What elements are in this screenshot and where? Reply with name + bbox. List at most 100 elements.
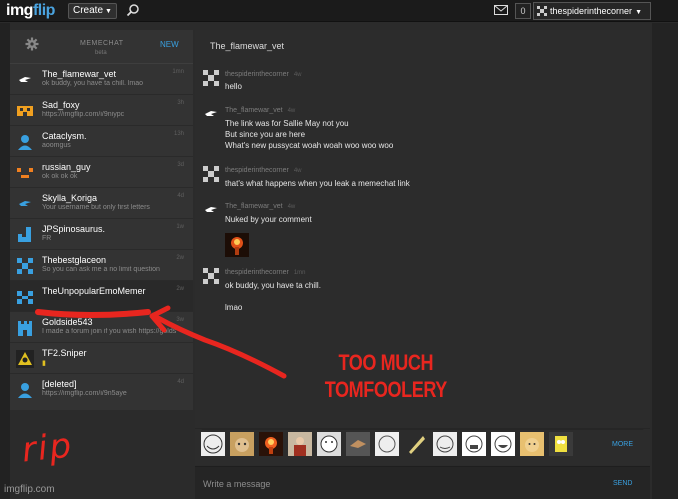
conversation-item[interactable]: Skylla_Koriga Your username but only fir… xyxy=(10,188,193,219)
blue-pixel-avatar-icon xyxy=(17,291,33,304)
meme-face-sticker-icon[interactable] xyxy=(317,432,341,456)
conversation-preview: ok ok ok ok xyxy=(42,173,78,180)
rage-face-sticker-icon[interactable] xyxy=(375,432,399,456)
message-input[interactable] xyxy=(203,477,583,491)
conversation-time: 2w xyxy=(176,255,184,261)
conversation-preview: Your username but only first letters xyxy=(42,204,150,211)
message-text: ok buddy, you have ta chill. xyxy=(225,281,321,290)
conversation-time: 1mn xyxy=(172,69,184,75)
message-time: 4w xyxy=(293,72,302,78)
chevron-down-icon: ▼ xyxy=(635,9,642,16)
conversation-item[interactable]: TheUnpopularEmoMemer 2w xyxy=(10,281,193,312)
conversation-name: JPSpinosaurus. xyxy=(42,224,106,234)
user-avatar-icon xyxy=(537,6,547,16)
conversation-name: Cataclysm. xyxy=(42,131,87,141)
memechat-sidebar: MEMECHAT beta NEW The_flamewar_vet ok bu… xyxy=(10,30,193,410)
conversation-item[interactable]: The_flamewar_vet ok buddy, you have ta c… xyxy=(10,64,193,95)
spongebob-sticker-icon[interactable] xyxy=(549,432,573,456)
lol-face-sticker-icon[interactable] xyxy=(491,432,515,456)
message-sender[interactable]: The_flamewar_vet 4w xyxy=(225,107,295,114)
send-button[interactable]: SEND xyxy=(613,480,632,487)
more-stickers-button[interactable]: MORE xyxy=(612,441,633,448)
diploma-sticker-icon[interactable] xyxy=(404,432,428,456)
laughing-face-sticker-icon[interactable] xyxy=(462,432,486,456)
troll-face-sticker-icon[interactable] xyxy=(201,432,225,456)
nuke-explosion-image[interactable] xyxy=(225,233,249,257)
conversation-time: 4d xyxy=(177,193,184,199)
caption-line-2: TOMFOOLERY xyxy=(324,377,448,402)
sticker-row: MORE xyxy=(195,428,650,462)
conversation-preview: ok buddy, you have ta chill. lmao xyxy=(42,80,144,87)
message-input-row: SEND xyxy=(195,466,650,499)
imgflip-logo[interactable]: imgflip xyxy=(6,2,55,20)
flamewar-avatar-icon xyxy=(205,207,217,212)
notification-count[interactable]: 0 xyxy=(515,3,531,19)
sender-name: The_flamewar_vet xyxy=(225,203,283,210)
create-label: Create xyxy=(73,5,104,16)
flamewar-avatar-icon xyxy=(19,77,31,82)
conversation-preview: FR xyxy=(42,235,52,242)
conversation-item[interactable]: Goldside543 I made a forum join if you w… xyxy=(10,312,193,343)
left-gutter xyxy=(0,23,10,499)
gear-icon[interactable] xyxy=(25,37,39,51)
person-silhouette-icon xyxy=(18,383,32,398)
conversation-item[interactable]: Thebestglaceon So you can ask me a no li… xyxy=(10,250,193,281)
message-text: Nuked by your comment xyxy=(225,215,312,224)
conversation-item[interactable]: JPSpinosaurus. FR 1w xyxy=(10,219,193,250)
right-gutter xyxy=(652,23,678,499)
orange-pattern-avatar-icon xyxy=(17,106,33,116)
message-time: 4w xyxy=(287,204,296,210)
conversation-name: Goldside543 xyxy=(42,317,93,327)
mail-icon[interactable] xyxy=(494,5,508,15)
new-chat-button[interactable]: NEW xyxy=(160,40,179,49)
conversation-item[interactable]: russian_guy ok ok ok ok 3d xyxy=(10,157,193,188)
message-time: 4w xyxy=(293,168,302,174)
user-menu-button[interactable]: thespiderinthecorner ▼ xyxy=(533,2,651,20)
spider-avatar-icon xyxy=(203,268,219,284)
conversation-time: 1w xyxy=(176,224,184,230)
conversation-time: 13h xyxy=(173,131,184,137)
conversation-time: 2w xyxy=(176,286,184,292)
conversation-preview: I made a forum join if you wish https://… xyxy=(42,328,177,335)
orange-dots-avatar-icon xyxy=(17,168,33,178)
message-text: hello xyxy=(225,82,242,91)
message-text: The link was for Sallie May not you xyxy=(225,119,349,128)
explosion-sticker-icon[interactable] xyxy=(259,432,283,456)
message-sender[interactable]: thespiderinthecorner 4w xyxy=(225,71,302,78)
cat-sticker-icon[interactable] xyxy=(230,432,254,456)
message-sender[interactable]: thespiderinthecorner 4w xyxy=(225,167,302,174)
message-sender[interactable]: thespiderinthecorner 1mn xyxy=(225,269,306,276)
conversation-item[interactable]: TF2.Sniper ▮ xyxy=(10,343,193,374)
imgflip-watermark: imgflip.com xyxy=(4,484,55,495)
conversation-time: 3w xyxy=(176,317,184,323)
conversation-time: 4d xyxy=(177,379,184,385)
flamewar-avatar-icon xyxy=(19,201,31,206)
conversation-time: 3h xyxy=(177,100,184,106)
message-text: lmao xyxy=(225,303,243,312)
conversation-preview: https://imgflip.com/i/9niypc xyxy=(42,111,125,118)
emoji-icon: ▮ xyxy=(42,360,46,367)
conversation-name: Sad_foxy xyxy=(42,100,80,110)
memechat-subtitle: beta xyxy=(95,50,107,56)
blue-castle-avatar-icon xyxy=(18,321,32,336)
conversation-preview: https://imgflip.com/i/9n5aye xyxy=(42,390,127,397)
dark-sticker-icon[interactable] xyxy=(346,432,370,456)
derp-face-sticker-icon[interactable] xyxy=(433,432,457,456)
person-silhouette-icon xyxy=(18,135,32,150)
doge-sticker-icon[interactable] xyxy=(520,432,544,456)
conversation-item[interactable]: [deleted] https://imgflip.com/i/9n5aye 4… xyxy=(10,374,193,405)
spider-avatar-icon xyxy=(203,166,219,182)
create-button[interactable]: Create ▼ xyxy=(68,3,117,19)
annotation-caption: TOO MUCH TOMFOOLERY xyxy=(312,349,460,403)
search-icon[interactable] xyxy=(126,3,140,17)
conversation-name: [deleted] xyxy=(42,379,77,389)
conversation-name: Thebestglaceon xyxy=(42,255,107,265)
sidebar-header: MEMECHAT beta NEW xyxy=(10,30,193,64)
message-sender[interactable]: The_flamewar_vet 4w xyxy=(225,203,295,210)
conversation-name: russian_guy xyxy=(42,162,91,172)
conversation-item[interactable]: Cataclysm. aoomgus 13h xyxy=(10,126,193,157)
conversation-name: TheUnpopularEmoMemer xyxy=(42,286,146,296)
conversation-item[interactable]: Sad_foxy https://imgflip.com/i/9niypc 3h xyxy=(10,95,193,126)
jesus-sticker-icon[interactable] xyxy=(288,432,312,456)
conversation-preview: aoomgus xyxy=(42,142,71,149)
